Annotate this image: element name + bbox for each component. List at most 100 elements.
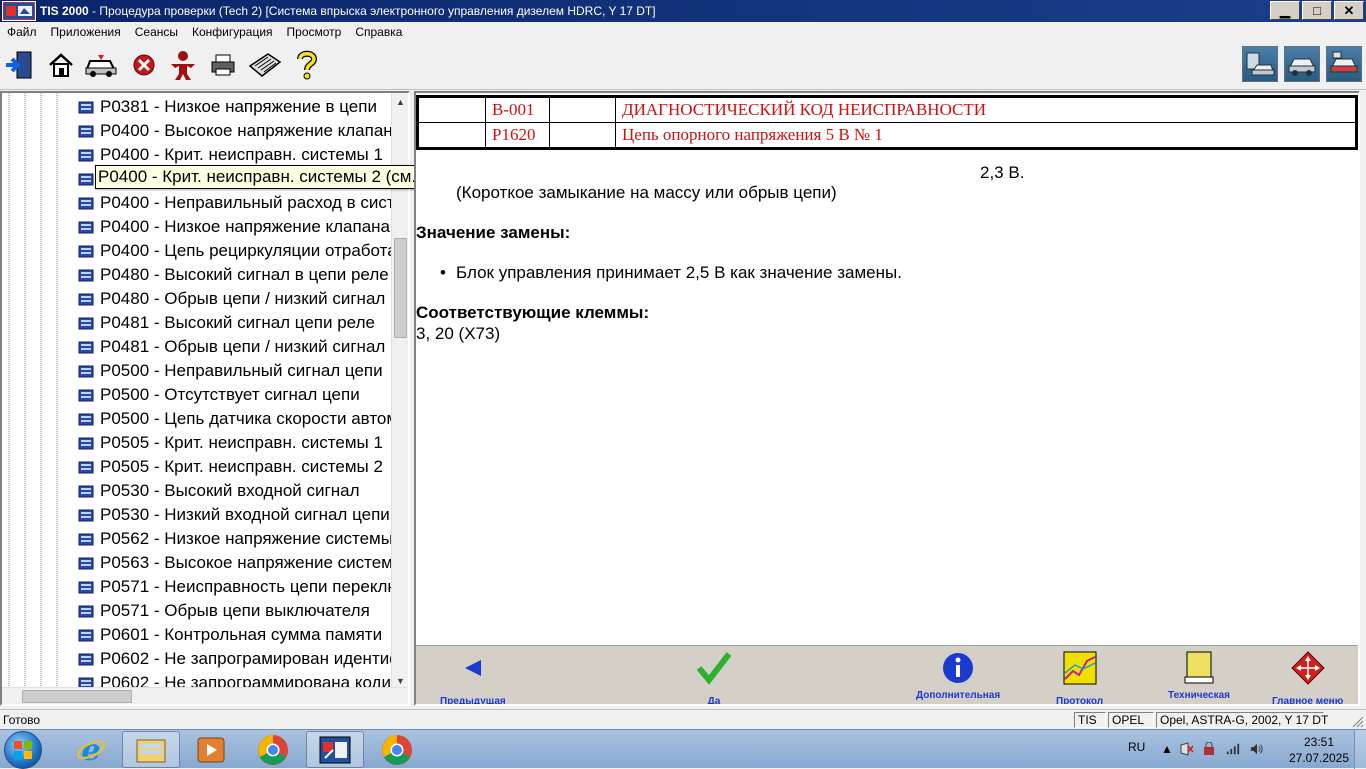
menu-configuration[interactable]: Конфигурация: [185, 25, 280, 39]
clock[interactable]: 23:51 27.07.2025: [1284, 734, 1354, 766]
tree-item[interactable]: P0381 - Низкое напряжение в цепи: [78, 95, 392, 119]
tree-item-label: P0481 - Высокий сигнал цепи реле: [100, 313, 375, 332]
tree-item[interactable]: P0505 - Крит. неисправн. системы 2: [78, 455, 392, 479]
tree-item[interactable]: P0500 - Цепь датчика скорости автомобиля: [78, 407, 392, 431]
taskbar-chrome-2[interactable]: [368, 731, 426, 768]
tree-item[interactable]: P0562 - Низкое напряжение системы: [78, 527, 392, 551]
keyboard-icon[interactable]: [248, 48, 282, 82]
show-desktop-button[interactable]: [1354, 730, 1366, 769]
tree-item-label: P0480 - Обрыв цепи / низкий сигнал: [100, 289, 386, 308]
document-icon: [78, 581, 94, 594]
maximize-button[interactable]: □: [1302, 1, 1332, 20]
taskbar-tis2000[interactable]: [306, 731, 364, 768]
tree-item[interactable]: P0563 - Высокое напряжение системы: [78, 551, 392, 575]
tree-item[interactable]: P0530 - Высокий входной сигнал: [78, 479, 392, 503]
main-menu-button[interactable]: Главное меню: [1272, 650, 1344, 706]
action-center-icon[interactable]: [1180, 742, 1194, 756]
window-title-rest: - Процедура проверки (Tech 2) [Система в…: [88, 4, 656, 18]
yes-button[interactable]: Да: [696, 650, 732, 704]
menu-help[interactable]: Справка: [348, 25, 409, 39]
help-icon[interactable]: [290, 48, 324, 82]
tree-vscroll-thumb[interactable]: [394, 238, 407, 338]
taskbar-chrome[interactable]: [244, 731, 302, 768]
home-icon[interactable]: [44, 48, 78, 82]
print-icon[interactable]: [206, 48, 240, 82]
status-text: Готово: [3, 713, 41, 727]
internet-explorer-icon: e: [77, 734, 105, 766]
tree-item[interactable]: P0400 - Низкое напряжение клапана: [78, 215, 392, 239]
tree-item[interactable]: P0481 - Высокий сигнал цепи реле: [78, 311, 392, 335]
table-cell: [417, 122, 486, 149]
tree-hscroll-thumb[interactable]: [22, 690, 132, 703]
app-name: TIS 2000: [40, 4, 89, 18]
document-icon: [78, 197, 94, 210]
tree-horizontal-scrollbar[interactable]: [2, 687, 408, 704]
tree-item[interactable]: P0480 - Обрыв цепи / низкий сигнал: [78, 287, 392, 311]
tree-item[interactable]: P0400 - Цепь рециркуляции отработавших: [78, 239, 392, 263]
car-diagnostics-icon[interactable]: [1242, 46, 1278, 82]
minimize-icon: ▁: [1280, 2, 1290, 18]
protocol-button[interactable]: Протокол: [1056, 650, 1104, 706]
procedure-navbar: Предыдущая Да Дополнительная Протокол Те…: [416, 645, 1358, 706]
tree-item[interactable]: P0400 - Высокое напряжение клапана: [78, 119, 392, 143]
previous-button[interactable]: Предыдущая: [440, 650, 506, 704]
table-cell: P1620: [485, 122, 550, 149]
document-icon: [78, 485, 94, 498]
table-cell: [549, 96, 616, 123]
language-indicator[interactable]: RU: [1128, 740, 1145, 754]
technical-button[interactable]: Техническая: [1168, 650, 1230, 701]
tree-item[interactable]: P0602 - Не запрограмирован идентификатор: [78, 647, 392, 671]
protocol-label: Протокол: [1056, 696, 1104, 706]
tree-item[interactable]: P0480 - Высокий сигнал в цепи реле: [78, 263, 392, 287]
table-row: P1620 Цепь опорного напряжения 5 В № 1: [417, 122, 1357, 149]
close-button[interactable]: ✕: [1334, 1, 1364, 20]
tree-item[interactable]: P0500 - Отсутствует сигнал цепи: [78, 383, 392, 407]
diagnostic-code-table: B-001 ДИАГНОСТИЧЕСКИЙ КОД НЕИСПРАВНОСТИ …: [416, 95, 1358, 150]
car-service-icon[interactable]: [1284, 46, 1320, 82]
main-menu-icon: [1290, 650, 1326, 686]
security-icon[interactable]: [1202, 742, 1216, 756]
scroll-up-icon[interactable]: ▲: [392, 93, 408, 110]
stop-icon[interactable]: [127, 48, 161, 82]
show-hidden-icons-icon[interactable]: ▲: [1160, 742, 1174, 756]
clock-time: 23:51: [1303, 735, 1335, 749]
tree-item-label: P0481 - Обрыв цепи / низкий сигнал: [100, 337, 386, 356]
volume-icon[interactable]: [1250, 742, 1264, 756]
main-menu-label: Главное меню: [1272, 696, 1344, 706]
taskbar-media-player[interactable]: [182, 731, 240, 768]
resize-grip-icon[interactable]: [1352, 716, 1364, 728]
tree-item[interactable]: P0571 - Неисправность цепи переключателя: [78, 575, 392, 599]
menu-sessions[interactable]: Сеансы: [128, 25, 185, 39]
svg-text:e: e: [81, 734, 100, 766]
menu-view[interactable]: Просмотр: [280, 25, 349, 39]
tree-item[interactable]: P0601 - Контрольная сумма памяти: [78, 623, 392, 647]
document-icon: [78, 461, 94, 474]
person-icon[interactable]: [166, 48, 200, 82]
document-icon: [78, 317, 94, 330]
network-icon[interactable]: [1226, 742, 1240, 756]
tree-item[interactable]: P0400 - Неправильный расход в системе: [78, 191, 392, 215]
exit-icon[interactable]: [2, 48, 36, 82]
taskbar-explorer[interactable]: [122, 731, 180, 768]
book-icon: [1181, 650, 1217, 686]
document-icon: [78, 149, 94, 162]
minimize-button[interactable]: ▁: [1270, 1, 1300, 20]
tree-item[interactable]: P0481 - Обрыв цепи / низкий сигнал: [78, 335, 392, 359]
tree-item[interactable]: P0571 - Обрыв цепи выключателя: [78, 599, 392, 623]
menu-applications[interactable]: Приложения: [44, 25, 128, 39]
car-repair-icon[interactable]: [1326, 46, 1362, 82]
document-icon: [78, 365, 94, 378]
start-button[interactable]: [4, 731, 42, 769]
taskbar-internet-explorer[interactable]: e: [62, 731, 120, 768]
tree-item[interactable]: P0505 - Крит. неисправн. системы 1: [78, 431, 392, 455]
tree-item-label: P0480 - Высокий сигнал в цепи реле: [100, 265, 389, 284]
more-info-button[interactable]: Дополнительная: [916, 650, 1000, 701]
folder-icon: [136, 739, 166, 762]
tree-item-label: P0400 - Высокое напряжение клапана: [100, 121, 392, 140]
tree-item[interactable]: P0500 - Неправильный сигнал цепи: [78, 359, 392, 383]
condition-text: 2,3 В.: [980, 163, 1025, 182]
menu-file[interactable]: Файл: [0, 25, 44, 39]
tree-item[interactable]: P0530 - Низкий входной сигнал цепи: [78, 503, 392, 527]
tree-item[interactable]: P0400 - Крит. неисправн. системы 1: [78, 143, 392, 167]
vehicle-icon[interactable]: [84, 48, 118, 82]
